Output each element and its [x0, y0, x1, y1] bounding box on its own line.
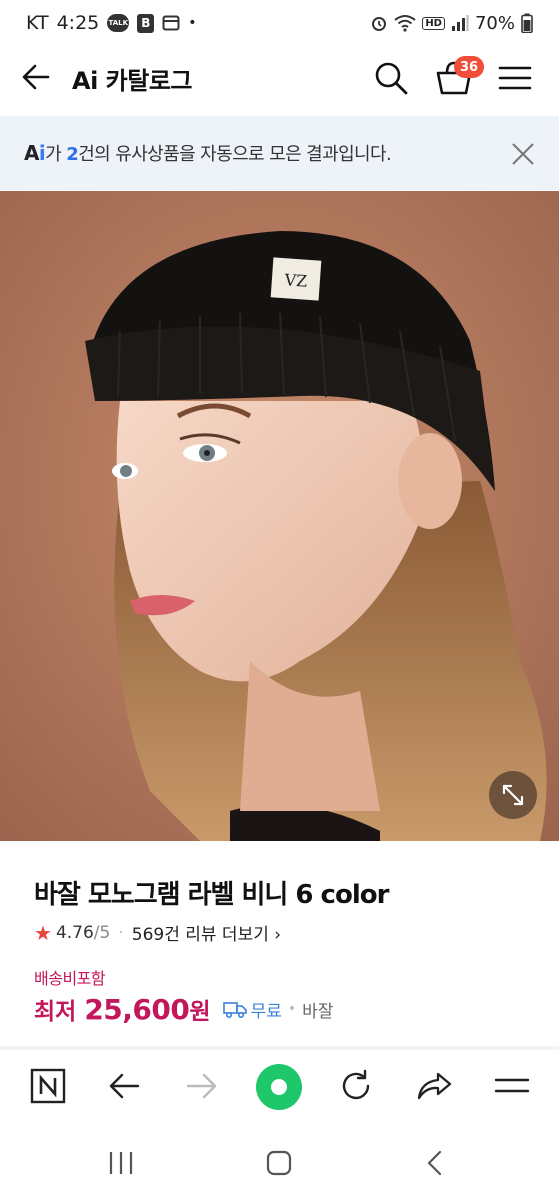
back-arrow-icon [22, 64, 50, 90]
close-icon [512, 143, 534, 165]
chevron-right-icon: › [274, 925, 282, 945]
wifi-icon [394, 14, 416, 32]
truck-icon [222, 1002, 247, 1019]
share-button[interactable] [414, 1066, 454, 1106]
refresh-button[interactable] [336, 1066, 376, 1106]
share-icon [417, 1072, 452, 1100]
status-bar: KT 4:25 TALK B • HD 70% [0, 0, 559, 46]
search-icon [375, 62, 408, 95]
rating-row: ★ 4.76 /5 · 569건 리뷰 더보기 › [34, 920, 281, 946]
ai-logo: Ai [24, 141, 46, 165]
free-shipping-label: 무료 [250, 1001, 282, 1022]
more-notifications-dot: • [188, 15, 197, 31]
beanie-label-text: VZ [283, 270, 308, 291]
seller-name[interactable]: 바잘 [302, 997, 333, 1022]
cart-count-badge: 36 [454, 56, 485, 78]
menu-button[interactable] [498, 62, 532, 94]
hamburger-menu-icon [494, 1078, 530, 1093]
naver-home-button[interactable] [28, 1066, 68, 1106]
clock: 4:25 [56, 12, 100, 34]
forward-arrow-icon [186, 1073, 217, 1099]
product-photo: VZ [0, 191, 559, 841]
green-dot-icon [271, 1079, 287, 1095]
price-unit: 원 [189, 999, 211, 1025]
notice-close-button[interactable] [511, 142, 535, 166]
expand-image-button[interactable] [489, 771, 537, 819]
android-nav-bar [0, 1128, 559, 1200]
ai-notice-banner: Ai가 2건의 유사상품을 자동으로 모은 결과입니다. [0, 116, 559, 190]
rating-value: 4.76 [55, 922, 94, 943]
browser-toolbar [0, 1050, 559, 1128]
notice-count: 2 [66, 144, 79, 165]
browser-back-button[interactable] [104, 1066, 144, 1106]
price-value: 25,600 [84, 992, 190, 1026]
price-row: 최저 25,600 원 무료 • 바잘 [34, 992, 333, 1026]
chevron-left-icon [427, 1150, 442, 1176]
star-icon: ★ [34, 920, 52, 945]
home-icon [266, 1150, 292, 1176]
battery-icon [521, 13, 533, 33]
signal-icon [451, 14, 469, 32]
shipping-included-label: 배송비포함 [34, 969, 106, 988]
recents-icon [109, 1152, 133, 1174]
recents-button[interactable] [106, 1148, 136, 1178]
product-name: 바잘 모노그램 라벨 비니 6 color [34, 880, 389, 910]
calendar-notification-icon [162, 14, 180, 32]
price-prefix: 최저 [34, 999, 77, 1025]
back-arrow-icon [109, 1073, 140, 1099]
product-image[interactable]: VZ [0, 191, 559, 841]
home-button[interactable] [264, 1148, 294, 1178]
green-dot-button[interactable] [256, 1064, 302, 1110]
browser-menu-button[interactable] [492, 1066, 532, 1106]
search-button[interactable] [373, 60, 409, 96]
hamburger-menu-icon [498, 66, 532, 90]
status-right: HD 70% [370, 13, 533, 34]
refresh-icon [342, 1069, 370, 1100]
carrier-label: KT [26, 12, 49, 34]
status-left: KT 4:25 TALK B • [26, 12, 197, 34]
seller-separator: • [287, 1001, 297, 1017]
notice-text: Ai가 2건의 유사상품을 자동으로 모은 결과입니다. [24, 141, 392, 165]
system-back-button[interactable] [420, 1148, 450, 1178]
reviews-link[interactable]: 569건 리뷰 더보기 › [132, 920, 281, 945]
naver-n-icon [30, 1068, 66, 1104]
battery-percent: 70% [474, 12, 515, 34]
alarm-icon [370, 14, 388, 32]
b-app-notification-icon: B [137, 13, 155, 33]
separator-dot: · [118, 922, 124, 943]
browser-forward-button[interactable] [182, 1066, 222, 1106]
back-button[interactable] [20, 60, 54, 94]
hd-voice-icon: HD [422, 16, 445, 30]
rating-max: /5 [93, 922, 111, 943]
page-title: Ai 카탈로그 [72, 67, 192, 95]
kakaotalk-notification-icon: TALK [107, 14, 130, 32]
expand-icon [502, 784, 524, 806]
